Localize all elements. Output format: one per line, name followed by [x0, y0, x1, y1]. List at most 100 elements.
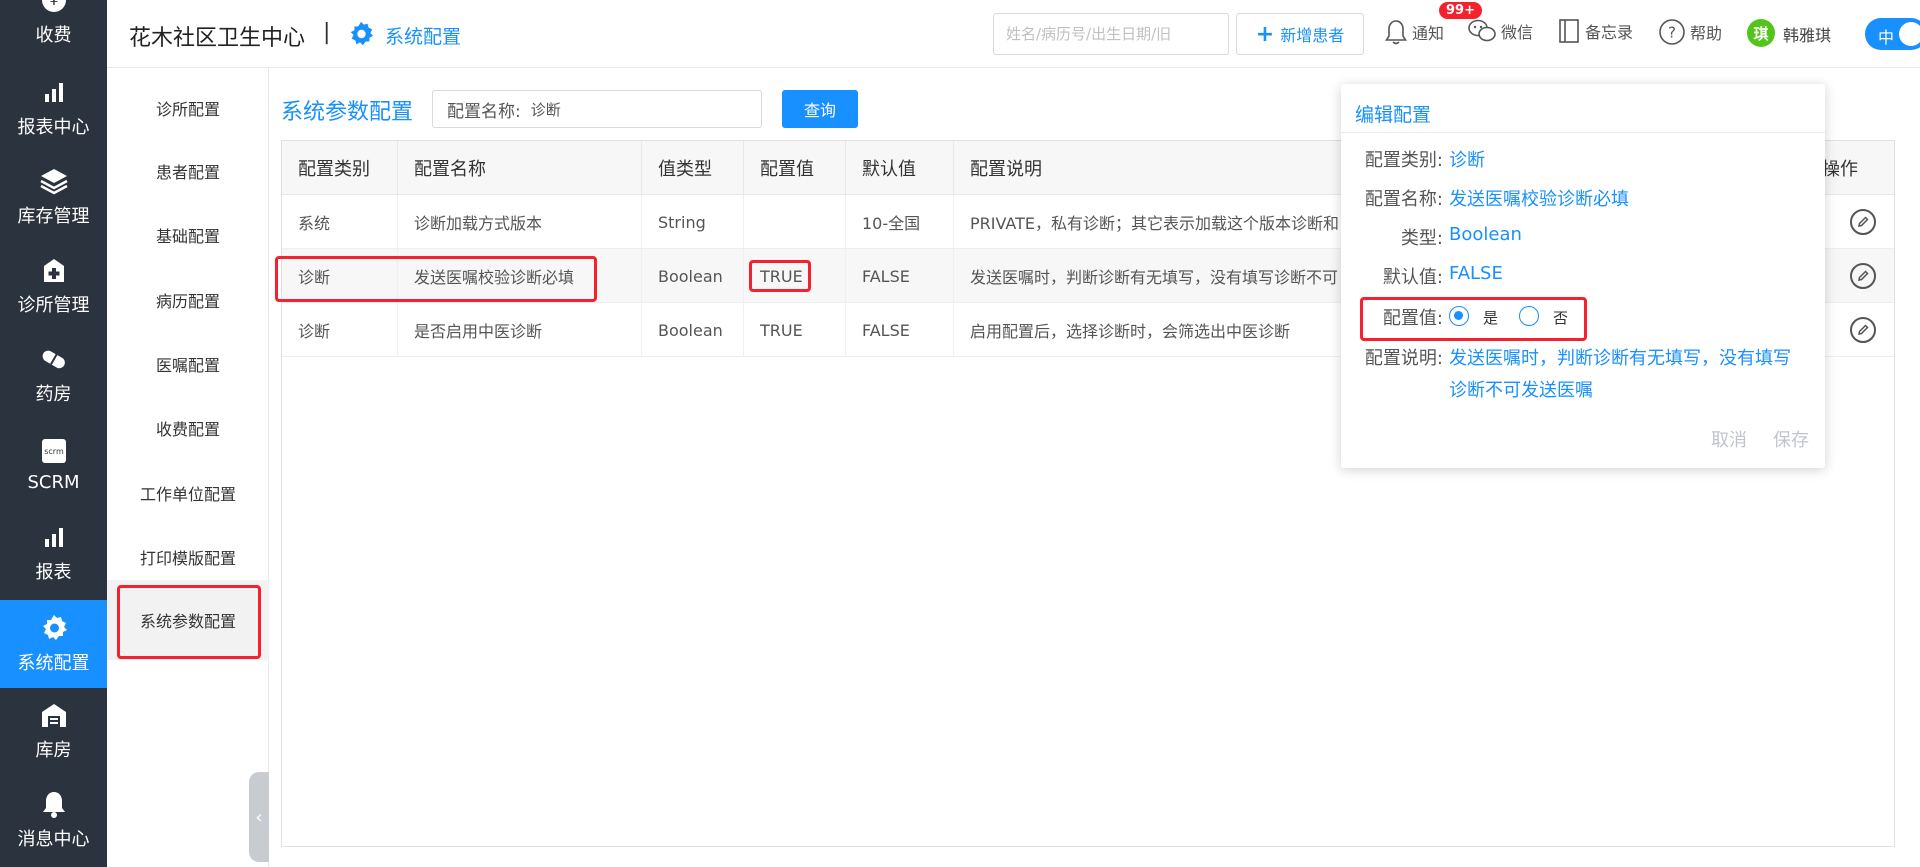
save-button[interactable]: 保存 — [1773, 426, 1809, 452]
edit-icon[interactable] — [1850, 263, 1876, 289]
add-patient-button[interactable]: + 新增患者 — [1236, 13, 1364, 55]
help-label: 帮助 — [1690, 24, 1723, 43]
avatar[interactable]: 琪 — [1747, 19, 1775, 47]
cell-value: TRUE — [744, 249, 846, 303]
column-header: 配置值 — [744, 141, 846, 195]
wechat-icon — [1468, 19, 1496, 42]
column-header: 值类型 — [642, 141, 744, 195]
column-header: 默认值 — [846, 141, 954, 195]
nav-item-clinic[interactable]: 诊所管理 — [0, 242, 107, 330]
column-header: 配置类别 — [282, 141, 398, 195]
popover-key: 配置值: — [1382, 308, 1443, 329]
column-header: 配置名称 — [398, 141, 642, 195]
edit-config-popover: 编辑配置 配置类别: 诊断 配置名称: 发送医嘱校验诊断必填 类型: Boole… — [1341, 84, 1825, 468]
cell-name: 是否启用中医诊断 — [398, 303, 642, 357]
help-button[interactable]: ? 帮助 — [1658, 18, 1722, 46]
svg-text:¥: ¥ — [49, 0, 58, 9]
config-name-filter[interactable]: 配置名称: 诊断 — [432, 90, 762, 128]
page-title: 系统参数配置 — [281, 100, 414, 125]
cell-category: 系统 — [282, 195, 398, 249]
memo-button[interactable]: 备忘录 — [1557, 18, 1633, 44]
nav-label: 报表中心 — [17, 117, 90, 138]
nav-label: 收费 — [35, 25, 72, 46]
radio-no[interactable] — [1519, 306, 1539, 326]
radio-no-label[interactable]: 否 — [1553, 307, 1568, 328]
edit-icon[interactable] — [1850, 209, 1876, 235]
popover-value: 诊断 — [1449, 150, 1485, 171]
submenu-item-charge[interactable]: 收费配置 — [107, 407, 269, 449]
submenu-item-system-params[interactable]: 系统参数配置 — [107, 580, 269, 660]
nav-item-pharmacy[interactable]: 药房 — [0, 331, 107, 419]
popover-divider — [1341, 132, 1825, 133]
submenu-item-clinic[interactable]: 诊所配置 — [107, 87, 269, 129]
submenu-item-print-template[interactable]: 打印模版配置 — [107, 536, 269, 578]
submenu-item-order[interactable]: 医嘱配置 — [107, 343, 269, 385]
cancel-button[interactable]: 取消 — [1711, 426, 1747, 452]
collapse-submenu-button[interactable]: ‹ — [249, 772, 269, 862]
cell-type: String — [642, 195, 744, 249]
cell-type: Boolean — [642, 249, 744, 303]
memo-label: 备忘录 — [1585, 23, 1634, 42]
header-separator: | — [323, 20, 331, 45]
filter-value[interactable]: 诊断 — [531, 99, 561, 120]
query-button[interactable]: 查询 — [782, 90, 858, 128]
yuan-icon: ¥ — [39, 0, 69, 15]
cell-default: FALSE — [846, 303, 954, 357]
popover-key: 配置名称: — [1364, 189, 1443, 210]
popover-key: 默认值: — [1382, 267, 1443, 288]
warehouse-icon — [39, 700, 69, 730]
radio-yes[interactable] — [1449, 306, 1469, 326]
scrm-icon: scrm — [39, 436, 69, 466]
cell-category: 诊断 — [282, 249, 398, 303]
cell-name: 发送医嘱校验诊断必填 — [398, 249, 642, 303]
bell-icon — [39, 789, 69, 819]
nav-item-report[interactable]: 报表 — [0, 509, 107, 597]
nav-item-scrm[interactable]: scrm SCRM — [0, 420, 107, 508]
nav-item-messages[interactable]: 消息中心 — [0, 776, 107, 864]
patient-search-input[interactable] — [1006, 25, 1216, 43]
pill-icon — [39, 344, 69, 374]
submenu-item-workunit[interactable]: 工作单位配置 — [107, 472, 269, 514]
plus-icon: + — [1255, 21, 1275, 47]
nav-item-warehouse[interactable]: 库房 — [0, 687, 107, 775]
notify-button[interactable]: 通知 — [1384, 18, 1444, 46]
username[interactable]: 韩雅琪 — [1783, 22, 1831, 46]
submenu-item-record[interactable]: 病历配置 — [107, 279, 269, 321]
cell-value: TRUE — [744, 303, 846, 357]
notebook-icon — [1559, 19, 1579, 43]
cell-default: 10-全国 — [846, 195, 954, 249]
config-submenu: 诊所配置 患者配置 基础配置 病历配置 医嘱配置 收费配置 工作单位配置 打印模… — [107, 68, 269, 867]
language-toggle[interactable]: 中 — [1865, 18, 1920, 50]
bar-chart-icon — [39, 522, 69, 552]
breadcrumb[interactable]: 系统配置 — [385, 22, 461, 49]
nav-item-system-config[interactable]: 系统配置 — [0, 600, 107, 688]
cell-name: 诊断加载方式版本 — [398, 195, 642, 249]
gear-icon — [39, 613, 69, 643]
nav-item-report-center[interactable]: 报表中心 — [0, 64, 107, 152]
popover-key: 类型: — [1400, 228, 1443, 249]
popover-value: FALSE — [1449, 263, 1503, 284]
nav-item-inventory[interactable]: 库存管理 — [0, 153, 107, 241]
medical-plus-icon — [39, 255, 69, 285]
wechat-label: 微信 — [1501, 23, 1534, 42]
nav-label: 诊所管理 — [17, 295, 90, 316]
nav-label: 库存管理 — [17, 206, 90, 227]
clinic-name: 花木社区卫生中心 — [129, 26, 306, 51]
edit-icon[interactable] — [1850, 317, 1876, 343]
submenu-item-patient[interactable]: 患者配置 — [107, 150, 269, 192]
submenu-item-basic[interactable]: 基础配置 — [107, 214, 269, 256]
patient-search-field[interactable] — [993, 13, 1229, 55]
cell-type: Boolean — [642, 303, 744, 357]
popover-value: 发送医嘱时，判断诊断有无填写，没有填写 — [1449, 348, 1791, 369]
cell-default: FALSE — [846, 249, 954, 303]
wechat-button[interactable]: 微信 — [1467, 18, 1533, 44]
nav-label: 消息中心 — [17, 829, 90, 850]
popover-key: 配置说明: — [1364, 348, 1443, 369]
toggle-knob — [1899, 22, 1920, 46]
column-header: 操作 — [1822, 159, 1858, 180]
nav-item-charge[interactable]: ¥ 收费 — [0, 0, 107, 60]
popover-key: 配置类别: — [1364, 150, 1443, 171]
top-header: 花木社区卫生中心 | 系统配置 + 新增患者 通知 99+ 微信 备忘录 ? 帮… — [107, 0, 1920, 68]
radio-yes-label[interactable]: 是 — [1483, 307, 1498, 328]
notify-label: 通知 — [1412, 24, 1445, 43]
